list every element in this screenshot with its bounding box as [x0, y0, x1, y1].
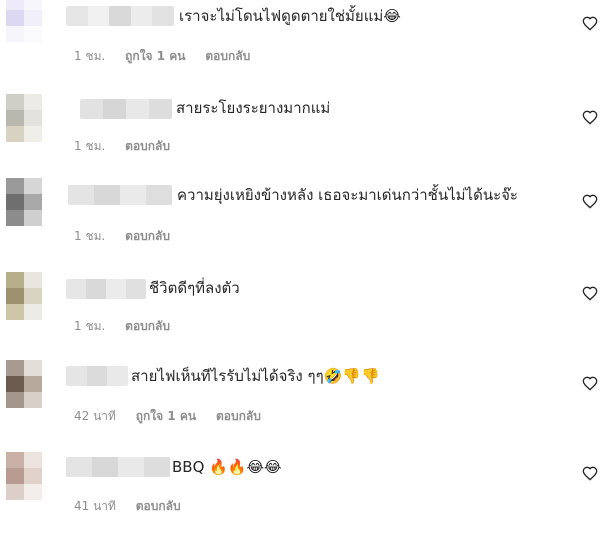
reply-button[interactable]: ตอบกลับ [125, 229, 170, 243]
comment-item: ความยุ่งเหยิงข้างหลัง เธอจะมาเด่นกว่าชั้… [0, 178, 613, 268]
comment-likes[interactable]: ถูกใจ 1 คน [136, 409, 196, 423]
avatar[interactable] [6, 452, 42, 500]
avatar[interactable] [6, 178, 42, 226]
comment-time[interactable]: 1 ชม. [74, 319, 105, 333]
comment-time[interactable]: 1 ชม. [74, 229, 105, 243]
comment-meta: 1 ชม. ตอบกลับ [74, 138, 186, 154]
comment-meta: 42 นาที ถูกใจ 1 คน ตอบกลับ [74, 408, 277, 424]
avatar[interactable] [6, 360, 42, 408]
reply-button[interactable]: ตอบกลับ [205, 49, 250, 63]
heart-outline-icon[interactable] [582, 194, 598, 210]
comment-text: สายระโยงระยางมากแม่ [176, 99, 331, 117]
comment-item: สายไฟเห็นทีไรรับไม่ได้จริง ๆๆ🤣👎👎 42 นาที… [0, 356, 613, 446]
comment-likes[interactable]: ถูกใจ 1 คน [125, 49, 185, 63]
comment-item: เราจะไม่โดนไฟดูดตายใช่มั้ยแม่😂 1 ชม. ถูก… [0, 0, 613, 90]
username-blurred[interactable] [80, 99, 172, 119]
avatar[interactable] [6, 0, 42, 42]
reply-button[interactable]: ตอบกลับ [136, 499, 181, 513]
comment-text: ความยุ่งเหยิงข้างหลัง เธอจะมาเด่นกว่าชั้… [177, 186, 518, 204]
comment-text: เราจะไม่โดนไฟดูดตายใช่มั้ยแม่😂 [179, 7, 401, 25]
reply-button[interactable]: ตอบกลับ [125, 139, 170, 153]
comment-item: สายระโยงระยางมากแม่ 1 ชม. ตอบกลับ [0, 90, 613, 180]
heart-outline-icon[interactable] [582, 466, 598, 482]
username-blurred[interactable] [66, 366, 128, 386]
comment-text: สายไฟเห็นทีไรรับไม่ได้จริง ๆๆ🤣👎👎 [131, 367, 380, 385]
heart-outline-icon[interactable] [582, 286, 598, 302]
username-blurred[interactable] [66, 457, 170, 477]
comment-item: BBQ 🔥🔥😂😂 41 นาที ตอบกลับ [0, 446, 613, 536]
comment-meta: 1 ชม. ตอบกลับ [74, 228, 186, 244]
comment-time[interactable]: 1 ชม. [74, 49, 105, 63]
comment-text: BBQ 🔥🔥😂😂 [172, 458, 282, 476]
heart-outline-icon[interactable] [582, 376, 598, 392]
comment-time[interactable]: 41 นาที [74, 499, 116, 513]
comment-meta: 41 นาที ตอบกลับ [74, 498, 197, 514]
comment-time[interactable]: 1 ชม. [74, 139, 105, 153]
comment-text: ชีวิตดีๆที่ลงตัว [149, 279, 240, 297]
comment-meta: 1 ชม. ถูกใจ 1 คน ตอบกลับ [74, 48, 266, 64]
avatar[interactable] [6, 94, 42, 142]
username-blurred[interactable] [68, 185, 172, 205]
comment-item: ชีวิตดีๆที่ลงตัว 1 ชม. ตอบกลับ [0, 268, 613, 358]
username-blurred[interactable] [66, 6, 174, 26]
avatar[interactable] [6, 272, 42, 320]
reply-button[interactable]: ตอบกลับ [125, 319, 170, 333]
heart-outline-icon[interactable] [582, 110, 598, 126]
username-blurred[interactable] [66, 279, 146, 299]
reply-button[interactable]: ตอบกลับ [216, 409, 261, 423]
heart-outline-icon[interactable] [582, 16, 598, 32]
comment-meta: 1 ชม. ตอบกลับ [74, 318, 186, 334]
comment-time[interactable]: 42 นาที [74, 409, 116, 423]
